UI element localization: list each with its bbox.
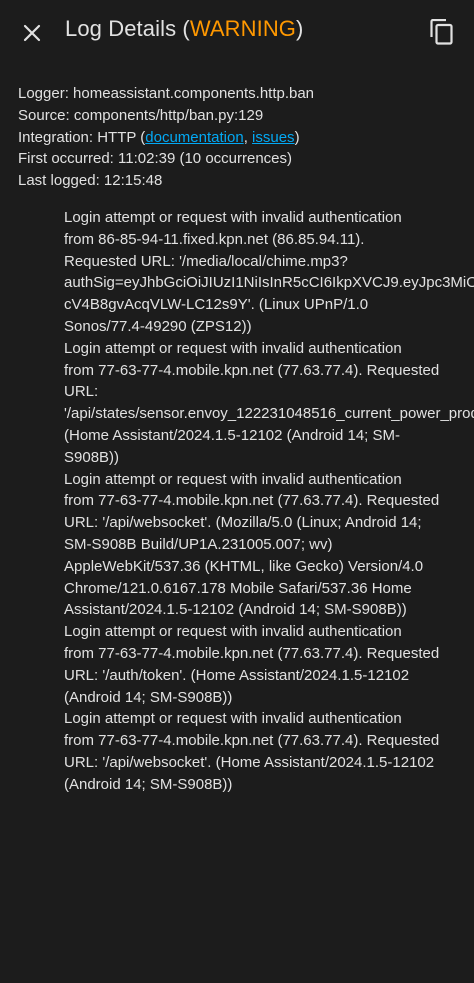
logger-value: homeassistant.components.http.ban <box>73 85 315 102</box>
log-message: Login attempt or request with invalid au… <box>64 708 474 795</box>
issues-link[interactable]: issues <box>252 129 295 146</box>
integration-label: Integration: <box>18 128 98 146</box>
log-message: Login attempt or request with invalid au… <box>64 469 474 622</box>
dialog-title: Log Details (WARNING) <box>65 16 303 42</box>
log-message-text: Login attempt or request with invalid au… <box>64 470 440 619</box>
log-message: Login attempt or request with invalid au… <box>64 621 474 708</box>
source-line: Source: components/http/ban.py:129 <box>18 105 314 127</box>
close-button[interactable] <box>14 15 50 51</box>
first-occurred-value: 11:02:39 (10 occurrences) <box>118 150 293 168</box>
documentation-link[interactable]: documentation <box>145 129 243 146</box>
copy-button[interactable] <box>424 14 460 50</box>
source-label: Source: <box>18 106 74 124</box>
log-meta: Logger: homeassistant.components.http.ba… <box>18 83 314 192</box>
last-logged-value: 12:15:48 <box>103 172 163 190</box>
log-message-text: Login attempt or request with invalid au… <box>64 623 440 706</box>
app-bar: Log Details (WARNING) <box>0 0 474 64</box>
logger-label: Logger: <box>18 85 74 102</box>
log-message-text: Login attempt or request with invalid au… <box>64 710 440 793</box>
integration-value: HTTP ( <box>97 128 146 146</box>
source-value: components/http/ban.py:129 <box>73 106 264 124</box>
link-separator: , <box>243 128 253 146</box>
log-messages-list: Login attempt or request with invalid au… <box>46 207 474 796</box>
logger-line: Logger: homeassistant.components.http.ba… <box>18 83 314 105</box>
last-logged-label: Last logged: <box>18 172 104 190</box>
log-message-text: Login attempt or request with invalid au… <box>64 209 474 335</box>
close-icon <box>23 24 41 42</box>
log-message: Login attempt or request with invalid au… <box>64 207 474 338</box>
first-occurred-line: First occurred: 11:02:39 (10 occurrences… <box>18 148 314 170</box>
integration-line: Integration: HTTP (documentation, issues… <box>18 127 314 149</box>
first-occurred-label: First occurred: <box>18 150 119 168</box>
title-prefix: Log Details ( <box>65 16 190 41</box>
last-logged-line: Last logged: 12:15:48 <box>18 170 314 192</box>
log-message: Login attempt or request with invalid au… <box>64 338 474 469</box>
copy-icon <box>430 19 453 45</box>
title-suffix: ) <box>296 16 304 41</box>
log-message-text: Login attempt or request with invalid au… <box>64 339 474 466</box>
log-level-badge: WARNING <box>189 16 297 41</box>
close-paren: ) <box>294 128 300 146</box>
